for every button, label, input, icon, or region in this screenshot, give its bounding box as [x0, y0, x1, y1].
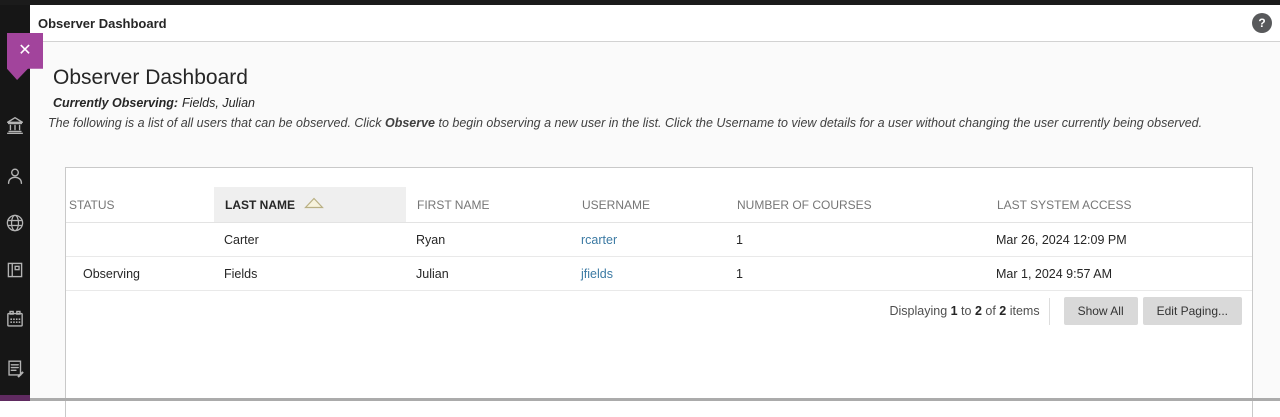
instructions-bold: Observe [385, 116, 435, 130]
cell-last-name: Fields [214, 267, 406, 281]
column-header-number-of-courses[interactable]: NUMBER OF COURSES [726, 198, 986, 212]
sidebar-bottom-accent [0, 395, 30, 401]
column-header-last-name[interactable]: LAST NAME [214, 187, 406, 222]
close-icon: ✕ [7, 40, 43, 62]
sidebar-item-institution[interactable] [4, 114, 26, 136]
topbar: Observer Dashboard ? [30, 5, 1280, 42]
sidebar-item-courses[interactable] [4, 259, 26, 281]
column-header-status[interactable]: STATUS [66, 198, 214, 212]
cell-number-of-courses: 1 [726, 233, 986, 247]
cell-first-name: Julian [406, 267, 571, 281]
username-link[interactable]: rcarter [581, 233, 617, 247]
sidebar-item-profile[interactable] [4, 165, 26, 187]
observed-users-table: STATUS LAST NAME FIRST NAME USERNAME NUM… [65, 167, 1253, 417]
column-header-last-name-label: LAST NAME [225, 198, 295, 212]
column-header-first-name[interactable]: FIRST NAME [406, 198, 571, 212]
sort-ascending-icon [304, 197, 324, 212]
page-title: Observer Dashboard [53, 66, 248, 90]
content-area: Observer Dashboard Currently Observing: F… [30, 42, 1280, 401]
sidebar-item-community[interactable] [4, 212, 26, 234]
instructions-pre: The following is a list of all users tha… [48, 116, 385, 130]
document-pencil-icon [4, 357, 26, 379]
cell-status: Observing [66, 267, 214, 281]
footer-divider [1049, 298, 1050, 325]
currently-observing: Currently Observing: Fields, Julian [53, 96, 255, 110]
currently-observing-label: Currently Observing: [53, 96, 178, 110]
currently-observing-value: Fields, Julian [182, 96, 255, 110]
column-header-username[interactable]: USERNAME [571, 198, 726, 212]
sidebar-item-activity[interactable] [4, 357, 26, 379]
cell-last-system-access: Mar 1, 2024 9:57 AM [986, 267, 1252, 281]
instructions-text: The following is a list of all users tha… [48, 116, 1202, 130]
courses-icon [4, 259, 26, 281]
bank-icon [4, 114, 26, 136]
question-mark-icon: ? [1258, 16, 1265, 30]
calendar-icon [4, 308, 26, 330]
close-panel-button[interactable]: ✕ [7, 33, 43, 80]
cell-last-system-access: Mar 26, 2024 12:09 PM [986, 233, 1252, 247]
cell-first-name: Ryan [406, 233, 571, 247]
username-link[interactable]: jfields [581, 267, 613, 281]
edit-paging-button[interactable]: Edit Paging... [1143, 297, 1242, 325]
instructions-post: to begin observing a new user in the lis… [435, 116, 1202, 130]
cell-last-name: Carter [214, 233, 406, 247]
help-button[interactable]: ? [1252, 13, 1272, 33]
person-icon [4, 165, 26, 187]
globe-icon [4, 212, 26, 234]
table-row: Carter Ryan rcarter 1 Mar 26, 2024 12:09… [66, 223, 1252, 257]
table-row: Observing Fields Julian jfields 1 Mar 1,… [66, 257, 1252, 291]
column-header-last-system-access[interactable]: LAST SYSTEM ACCESS [986, 198, 1252, 212]
sidebar-item-calendar[interactable] [4, 308, 26, 330]
cell-number-of-courses: 1 [726, 267, 986, 281]
table-header-row: STATUS LAST NAME FIRST NAME USERNAME NUM… [66, 187, 1252, 223]
paging-status-text: Displaying 1 to 2 of 2 items [889, 304, 1039, 318]
show-all-button[interactable]: Show All [1064, 297, 1138, 325]
topbar-title: Observer Dashboard [38, 16, 167, 31]
table-footer: Displaying 1 to 2 of 2 items Show All Ed… [66, 291, 1252, 325]
